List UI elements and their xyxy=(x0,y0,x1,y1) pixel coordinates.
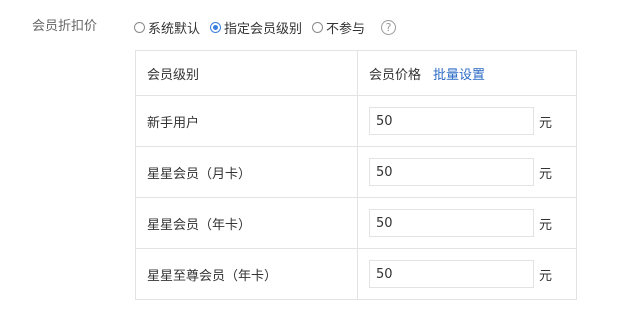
option-system-default-label: 系统默认 xyxy=(148,21,201,37)
table-row: 星星至尊会员（年卡） 元 xyxy=(135,248,577,300)
level-name: 新手用户 xyxy=(135,95,358,147)
discount-mode-radio-group: 系统默认 指定会员级别 不参与 ? xyxy=(134,18,397,37)
help-icon[interactable]: ? xyxy=(381,19,397,35)
table-row: 新手用户 元 xyxy=(135,95,577,147)
radio-not-participate[interactable] xyxy=(312,21,324,33)
header-member-level: 会员级别 xyxy=(135,50,358,96)
radio-system-default[interactable] xyxy=(134,21,145,33)
price-cell: 元 xyxy=(357,197,577,249)
table-row: 星星会员（月卡） 元 xyxy=(135,146,577,198)
option-not-participate[interactable]: 不参与 xyxy=(312,18,365,37)
option-not-participate-label: 不参与 xyxy=(326,21,366,37)
option-system-default[interactable]: 系统默认 xyxy=(134,18,200,37)
price-cell: 元 xyxy=(357,146,577,198)
price-unit: 元 xyxy=(539,217,553,233)
price-input[interactable] xyxy=(369,158,534,186)
price-unit: 元 xyxy=(539,268,553,284)
header-member-price-label: 会员价格 xyxy=(369,67,422,83)
member-discount-label: 会员折扣价 xyxy=(32,19,98,34)
price-cell: 元 xyxy=(357,248,577,300)
radio-specific-level[interactable] xyxy=(210,21,222,33)
price-cell: 元 xyxy=(357,95,577,147)
member-price-table: 会员级别 会员价格批量设置 新手用户 元 星星会员（月卡） 元 xyxy=(135,50,577,300)
member-discount-section: 会员折扣价 系统默认 指定会员级别 不参与 ? 会员级别 会员价格 批量设置 新手… xyxy=(0,0,620,316)
table-header-row: 会员级别 会员价格 批量设置 xyxy=(135,50,577,96)
option-specific-level-label: 指定会员级别 xyxy=(224,21,303,37)
batch-set-link[interactable]: 批量设置 xyxy=(433,68,485,83)
level-name: 星星会员（年卡） xyxy=(135,197,358,249)
header-member-price: 会员价格 批量设置 xyxy=(357,50,577,96)
price-input[interactable] xyxy=(369,209,534,237)
price-input[interactable] xyxy=(369,107,534,135)
level-name: 星星会员（月卡） xyxy=(135,146,358,198)
table-row: 星星会员（年卡） 元 xyxy=(135,197,577,249)
price-unit: 元 xyxy=(539,115,553,131)
level-name: 星星至尊会员（年卡） xyxy=(135,248,358,300)
option-specific-level[interactable]: 指定会员级别 xyxy=(210,18,302,37)
price-unit: 元 xyxy=(539,166,553,182)
price-input[interactable] xyxy=(369,260,534,288)
